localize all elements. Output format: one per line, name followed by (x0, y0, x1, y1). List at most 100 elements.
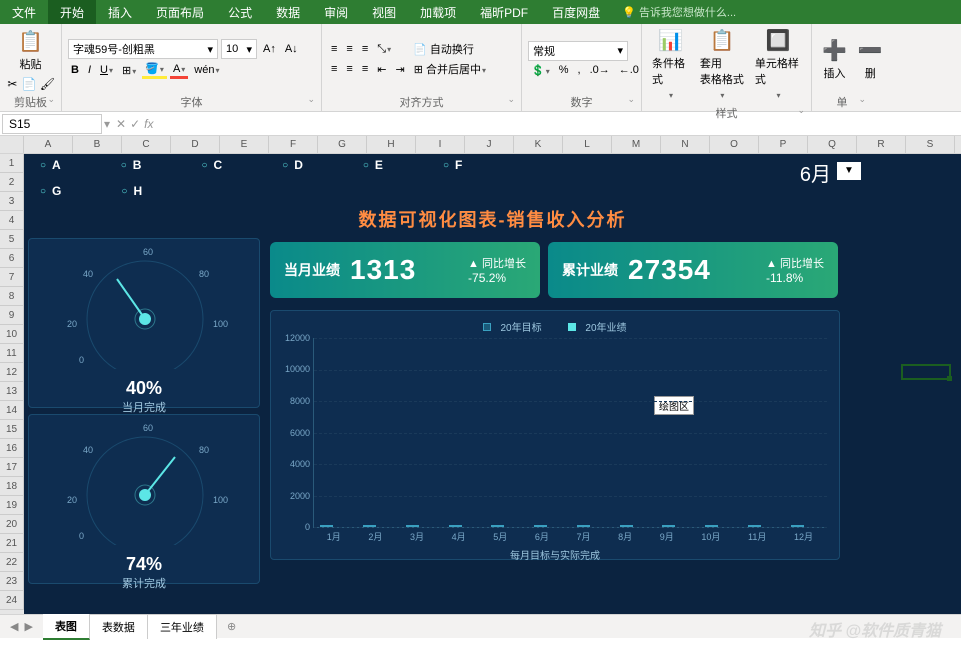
sheet-nav-prev-icon[interactable]: ▶ (24, 620, 32, 633)
font-size-select[interactable]: 10▾ (221, 39, 257, 59)
cut-icon[interactable]: ✂ (6, 76, 19, 92)
indent-right-icon[interactable]: ⇥ (392, 62, 407, 77)
paste-button[interactable]: 📋 粘贴 (6, 27, 55, 74)
filter-item[interactable]: F (443, 158, 462, 172)
col-header[interactable]: G (318, 136, 367, 153)
col-header[interactable]: S (906, 136, 955, 153)
row-header[interactable]: 10 (0, 325, 24, 344)
col-header[interactable]: K (514, 136, 563, 153)
row-header[interactable]: 9 (0, 306, 24, 325)
row-header[interactable]: 21 (0, 534, 24, 553)
row-header[interactable]: 5 (0, 230, 24, 249)
tell-me-input[interactable]: 告诉我您想做什么... (612, 0, 746, 24)
filter-item[interactable]: C (201, 158, 222, 172)
bar-pair[interactable] (662, 525, 692, 527)
row-header[interactable]: 22 (0, 553, 24, 572)
name-box[interactable]: S15 (2, 114, 102, 134)
selected-cell[interactable] (901, 364, 951, 380)
row-header[interactable]: 18 (0, 477, 24, 496)
bar-pair[interactable] (534, 525, 564, 527)
col-header[interactable]: L (563, 136, 612, 153)
indent-left-icon[interactable]: ⇤ (374, 62, 389, 77)
row-header[interactable]: 23 (0, 572, 24, 591)
col-header[interactable]: M (612, 136, 661, 153)
currency-icon[interactable]: 💲 (528, 63, 553, 78)
col-header[interactable]: Q (808, 136, 857, 153)
add-sheet-button[interactable]: ⊕ (217, 616, 246, 637)
wrap-text-button[interactable]: 📄 自动换行 (410, 40, 477, 58)
col-header[interactable]: J (465, 136, 514, 153)
bar-pair[interactable] (577, 525, 607, 527)
align-center-icon[interactable]: ≡ (343, 62, 355, 76)
copy-icon[interactable]: 📄 (22, 76, 37, 92)
accept-formula-icon[interactable]: ✓ (130, 117, 140, 131)
row-header[interactable]: 1 (0, 154, 24, 173)
row-header[interactable]: 17 (0, 458, 24, 477)
comma-icon[interactable]: , (575, 63, 584, 77)
align-bottom-icon[interactable]: ≡ (359, 42, 371, 56)
tab-addin[interactable]: 加载项 (408, 0, 468, 24)
row-header[interactable]: 6 (0, 249, 24, 268)
col-header[interactable]: I (416, 136, 465, 153)
filter-item[interactable]: E (363, 158, 383, 172)
row-header[interactable]: 4 (0, 211, 24, 230)
bold-button[interactable]: B (68, 63, 82, 77)
font-name-select[interactable]: 字魂59号-创粗黑▾ (68, 39, 218, 59)
formula-input[interactable] (160, 122, 961, 126)
orientation-icon[interactable]: ⤡ (374, 42, 394, 57)
merge-button[interactable]: ⊞ 合并后居中 (411, 60, 489, 78)
decrease-decimal-icon[interactable]: ←.0 (616, 63, 642, 77)
sheet-nav-first-icon[interactable]: ◀ (10, 620, 18, 633)
bar-pair[interactable] (748, 525, 778, 527)
row-header[interactable]: 13 (0, 382, 24, 401)
cell-styles-button[interactable]: 🔲单元格样式 (751, 26, 805, 103)
row-header[interactable]: 3 (0, 192, 24, 211)
tab-file[interactable]: 文件 (0, 0, 48, 24)
sheet-tab-3year[interactable]: 三年业绩 (148, 614, 217, 639)
align-top-icon[interactable]: ≡ (328, 42, 340, 56)
insert-cells-button[interactable]: ➕插入 (818, 36, 851, 83)
bar-pair[interactable] (491, 525, 521, 527)
filter-item[interactable]: D (282, 158, 303, 172)
bar-pair[interactable] (620, 525, 650, 527)
col-header[interactable]: P (759, 136, 808, 153)
filter-item[interactable]: H (121, 184, 142, 198)
bar-pair[interactable] (363, 525, 393, 527)
delete-cells-button[interactable]: ➖删 (854, 36, 887, 83)
row-header[interactable]: 16 (0, 439, 24, 458)
filter-item[interactable]: B (121, 158, 142, 172)
col-header[interactable]: H (367, 136, 416, 153)
format-painter-icon[interactable]: 🖌 (40, 76, 55, 92)
select-all-corner[interactable] (0, 136, 24, 153)
row-header[interactable]: 7 (0, 268, 24, 287)
row-header[interactable]: 2 (0, 173, 24, 192)
row-header[interactable]: 11 (0, 344, 24, 363)
bar-pair[interactable] (320, 525, 350, 527)
tab-foxit[interactable]: 福昕PDF (468, 0, 540, 24)
tab-data[interactable]: 数据 (264, 0, 312, 24)
col-header[interactable]: E (220, 136, 269, 153)
font-color-button[interactable]: A (170, 62, 188, 79)
cancel-formula-icon[interactable]: ✕ (116, 117, 126, 131)
month-dropdown[interactable]: ▼ (837, 162, 861, 180)
tab-view[interactable]: 视图 (360, 0, 408, 24)
row-header[interactable]: 14 (0, 401, 24, 420)
bar-pair[interactable] (449, 525, 479, 527)
format-table-button[interactable]: 📋套用 表格格式 (696, 26, 748, 103)
row-header[interactable]: 20 (0, 515, 24, 534)
fill-color-button[interactable]: 🪣 (142, 61, 167, 79)
row-header[interactable]: 15 (0, 420, 24, 439)
col-header[interactable]: F (269, 136, 318, 153)
tab-review[interactable]: 审阅 (312, 0, 360, 24)
decrease-font-icon[interactable]: A↓ (282, 42, 301, 56)
italic-button[interactable]: I (85, 63, 94, 77)
conditional-format-button[interactable]: 📊条件格式 (648, 26, 693, 103)
tab-baidu[interactable]: 百度网盘 (540, 0, 612, 24)
col-header[interactable]: O (710, 136, 759, 153)
sheet-tab-data[interactable]: 表数据 (90, 614, 148, 639)
increase-font-icon[interactable]: A↑ (260, 42, 279, 56)
tab-layout[interactable]: 页面布局 (144, 0, 216, 24)
col-header[interactable]: A (24, 136, 73, 153)
row-header[interactable]: 12 (0, 363, 24, 382)
border-button[interactable]: ⊞ (119, 63, 139, 78)
